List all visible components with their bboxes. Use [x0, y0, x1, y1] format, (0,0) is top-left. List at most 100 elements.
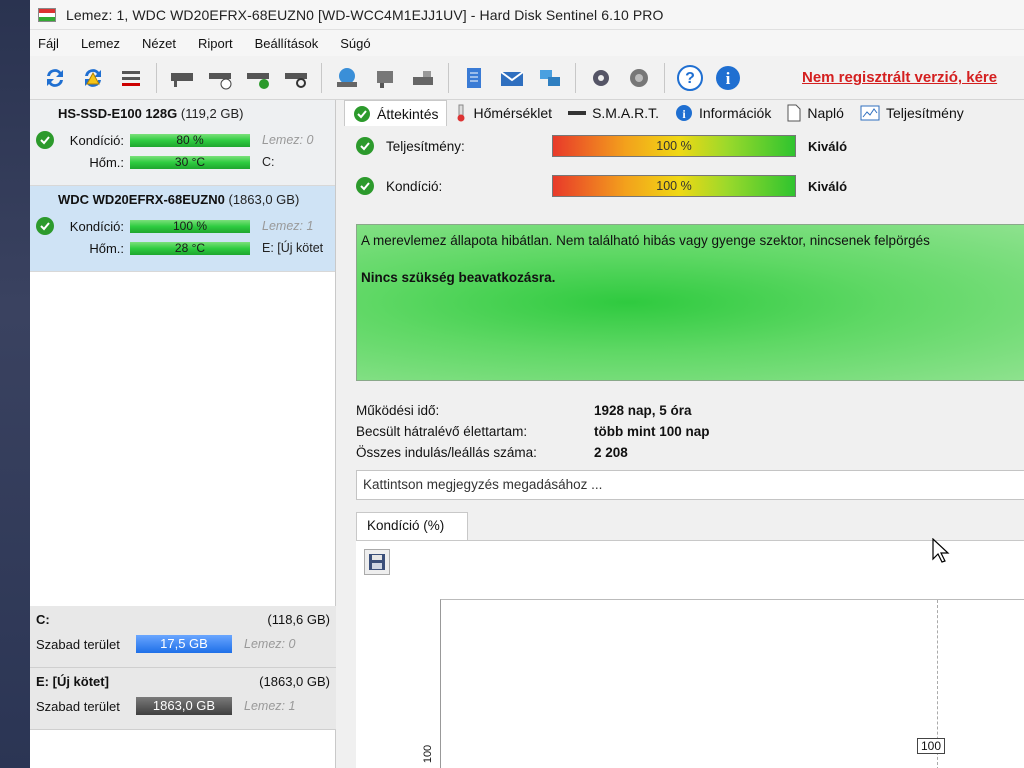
stat-key: Összes indulás/leállás száma: — [356, 445, 537, 460]
network-icon — [540, 69, 560, 86]
point-label: 100 — [917, 738, 946, 754]
help-button[interactable]: ? — [675, 63, 705, 93]
disk-search-button[interactable] — [281, 63, 311, 93]
refresh-alert-icon — [85, 68, 101, 87]
disk-name: WDC WD20EFRX-68EUZN0 — [58, 192, 225, 207]
status-message: A merevlemez állapota hibátlan. Nem talá… — [361, 233, 930, 248]
app-window: Lemez: 1, WDC WD20EFRX-68EUZN0 [WD-WCC4M… — [30, 0, 1024, 768]
tab-smart[interactable]: S.M.A.R.T. — [560, 100, 667, 126]
temp-bar: 28 °C — [130, 241, 250, 255]
disk-check-button[interactable] — [243, 63, 273, 93]
disk-entry-0[interactable]: HS-SSD-E100 128G (119,2 GB) Kondíció: 80… — [30, 100, 335, 186]
surface-test-button[interactable] — [332, 63, 362, 93]
note-input[interactable]: Kattintson megjegyzés megadásához ... — [356, 470, 1024, 500]
free-space-label: Szabad terület — [36, 636, 120, 652]
temp-label: Hőm.: — [89, 240, 124, 256]
menu-help[interactable]: Súgó — [340, 36, 370, 51]
tab-log[interactable]: Napló — [779, 100, 852, 126]
stat-row: Becsült hátralévő élettartam: több mint … — [356, 421, 710, 442]
toolbar: ? i Nem regisztrált verzió, kére — [30, 56, 1024, 100]
volume-entry-0[interactable]: C: (118,6 GB) Szabad terület 17,5 GB Lem… — [30, 606, 336, 668]
tab-performance[interactable]: Teljesítmény — [852, 100, 972, 126]
disk-list-button[interactable] — [116, 63, 146, 93]
network-button[interactable] — [535, 63, 565, 93]
tab-label: Hőmérséklet — [473, 105, 553, 121]
menu-view[interactable]: Nézet — [142, 36, 176, 51]
condition-label: Kondíció: — [69, 132, 124, 148]
disk-ref: Lemez: 1 — [262, 219, 314, 233]
globe-disk-icon — [337, 67, 357, 87]
status-message-box: A merevlemez állapota hibátlan. Nem talá… — [356, 224, 1024, 381]
tab-temperature[interactable]: Hőmérséklet — [447, 100, 560, 126]
info-button[interactable]: i — [713, 63, 743, 93]
performance-row: Teljesítmény: 100 % Kiváló — [344, 126, 1024, 166]
gear-icon — [593, 69, 609, 86]
disk-condition-row: Kondíció: 100 % Lemez: 1 — [36, 215, 329, 237]
performance-label: Teljesítmény: — [386, 138, 465, 154]
report-button[interactable] — [459, 63, 489, 93]
stat-key: Becsült hátralévő élettartam: — [356, 424, 528, 439]
hard-disk-icon — [171, 72, 193, 87]
menu-settings[interactable]: Beállítások — [255, 36, 319, 51]
floppy-disk-icon — [369, 554, 385, 570]
refresh-icon — [47, 68, 63, 87]
stats-list: Működési idő: 1928 nap, 5 óra Becsült há… — [356, 400, 710, 463]
title-bar: Lemez: 1, WDC WD20EFRX-68EUZN0 [WD-WCC4M… — [30, 0, 1024, 30]
menu-disk[interactable]: Lemez — [81, 36, 120, 51]
save-chart-button[interactable] — [364, 549, 390, 575]
y-tick-label: 100 — [422, 744, 435, 764]
condition-label: Kondíció: — [386, 178, 443, 194]
disk-temp-row: Hőm.: 28 °C E: [Új kötet — [36, 237, 329, 259]
stat-row: Működési idő: 1928 nap, 5 óra — [356, 400, 710, 421]
disk-list-panel: HS-SSD-E100 128G (119,2 GB) Kondíció: 80… — [30, 100, 336, 768]
info-icon: i — [675, 104, 693, 122]
volume-size: (1863,0 GB) — [259, 674, 330, 689]
menu-report[interactable]: Riport — [198, 36, 233, 51]
temp-bar: 30 °C — [130, 155, 250, 169]
condition-bar: 100 % — [130, 219, 250, 233]
volume-size: (118,6 GB) — [267, 612, 330, 627]
disk-condition-row: Kondíció: 80 % Lemez: 0 — [36, 129, 329, 151]
toolbar-separator — [156, 62, 157, 93]
volume-name: C: — [36, 612, 50, 627]
question-icon: ? — [677, 64, 703, 91]
tab-condition-chart[interactable]: Kondíció (%) — [356, 512, 468, 540]
check-icon — [356, 137, 374, 155]
tab-information[interactable]: i Információk — [667, 100, 779, 126]
smart-icon — [568, 108, 587, 118]
tab-label: Napló — [807, 105, 844, 121]
drive-letter: C: — [262, 155, 275, 169]
action-message: Nincs szükség beavatkozásra. — [361, 270, 556, 285]
stat-row: Összes indulás/leállás száma: 2 208 — [356, 442, 710, 463]
detail-panel: Áttekintés Hőmérséklet S.M.A.R.T. i Info… — [344, 100, 1024, 768]
volume-name: E: [Új kötet] — [36, 674, 109, 689]
condition-label: Kondíció: — [69, 218, 124, 234]
disk-schedule-button[interactable] — [205, 63, 235, 93]
tab-label: Teljesítmény — [885, 105, 964, 121]
performance-chart-icon — [860, 105, 880, 121]
condition-row: Kondíció: 100 % Kiváló — [344, 166, 1024, 206]
email-button[interactable] — [497, 63, 527, 93]
tab-label: S.M.A.R.T. — [592, 105, 659, 121]
volume-list: C: (118,6 GB) Szabad terület 17,5 GB Lem… — [30, 606, 336, 730]
tab-label: Áttekintés — [377, 105, 439, 122]
tools-button[interactable] — [370, 63, 400, 93]
disk-ref: Lemez: 1 — [244, 699, 296, 713]
disk-button[interactable] — [167, 63, 197, 93]
sound-button[interactable] — [624, 63, 654, 93]
disk-temp-row: Hőm.: 30 °C C: — [36, 151, 329, 173]
main-area: HS-SSD-E100 128G (119,2 GB) Kondíció: 80… — [30, 100, 1024, 768]
tab-overview[interactable]: Áttekintés — [344, 100, 448, 126]
volume-entry-1[interactable]: E: [Új kötet] (1863,0 GB) Szabad terület… — [30, 668, 336, 730]
refresh-warning-button[interactable] — [78, 63, 108, 93]
menu-file[interactable]: Fájl — [38, 36, 59, 51]
toolbar-separator — [575, 62, 576, 93]
disk-clone-button[interactable] — [408, 63, 438, 93]
disk-title: HS-SSD-E100 128G (119,2 GB) — [58, 106, 329, 121]
stat-key: Működési idő: — [356, 403, 440, 418]
unregistered-link[interactable]: Nem regisztrált verzió, kére — [802, 69, 997, 86]
settings-button[interactable] — [586, 63, 616, 93]
refresh-button[interactable] — [40, 63, 70, 93]
hungarian-flag-icon — [38, 7, 56, 22]
disk-entry-1[interactable]: WDC WD20EFRX-68EUZN0 (1863,0 GB) Kondíci… — [30, 186, 335, 272]
